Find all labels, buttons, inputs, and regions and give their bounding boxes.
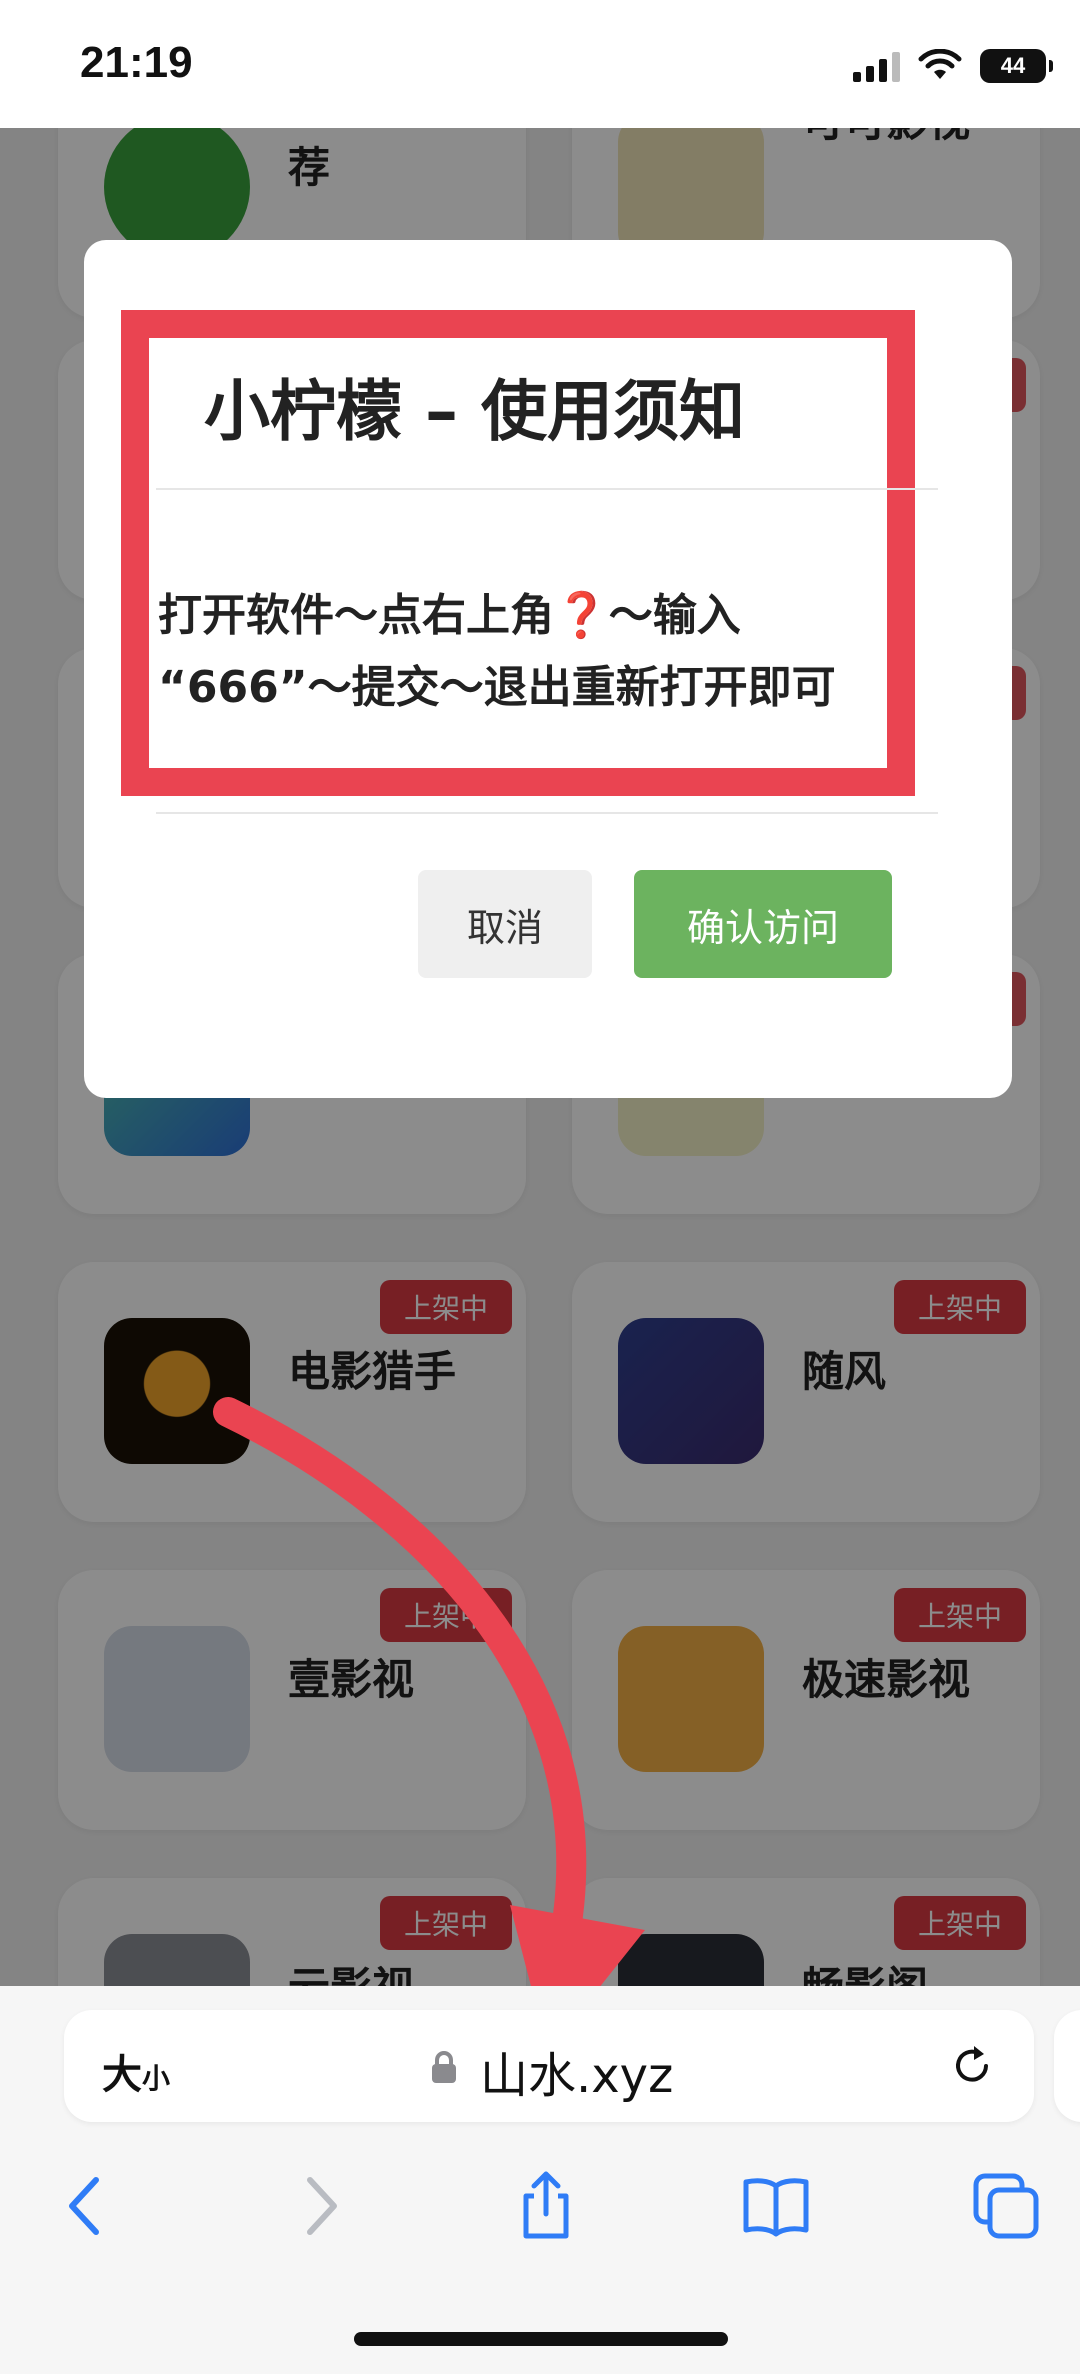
forward-icon[interactable] <box>284 2170 356 2242</box>
safari-bottom-bar: 大小 山水.xyz <box>0 1986 1080 2374</box>
confirm-visit-button[interactable]: 确认访问 <box>634 870 892 978</box>
bookmarks-icon[interactable] <box>740 2170 812 2242</box>
tabs-icon[interactable] <box>970 2170 1042 2242</box>
status-bar: 21:19 44 <box>0 0 1080 128</box>
text-size-small-label: 小 <box>142 2062 171 2095</box>
share-icon[interactable] <box>510 2170 582 2242</box>
address-bar[interactable]: 大小 山水.xyz <box>64 2010 1034 2122</box>
divider <box>156 812 938 814</box>
text-size-button[interactable]: 大小 <box>102 2042 170 2100</box>
usage-notice-dialog: 小柠檬 – 使用须知 打开软件～点右上角❓～输入 “666”～提交～退出重新打开… <box>84 240 1012 1098</box>
wifi-icon <box>918 49 962 79</box>
battery-icon: 44 <box>980 49 1053 83</box>
cancel-button[interactable]: 取消 <box>418 870 592 978</box>
dialog-message: 打开软件～点右上角❓～输入 “666”～提交～退出重新打开即可 <box>158 580 878 724</box>
status-icons: 44 <box>853 46 1053 86</box>
lock-icon <box>432 2051 456 2083</box>
text-size-large-label: 大 <box>102 2052 142 2098</box>
status-time: 21:19 <box>80 38 193 87</box>
back-icon[interactable] <box>50 2170 122 2242</box>
cellular-signal-icon <box>853 50 900 82</box>
dialog-message-line-1: 打开软件～点右上角❓～输入 <box>158 590 741 641</box>
url-text: 山水.xyz <box>480 2048 674 2104</box>
home-indicator[interactable] <box>354 2332 728 2346</box>
dialog-message-line-2: “666”～提交～退出重新打开即可 <box>158 662 836 713</box>
dialog-title: 小柠檬 – 使用须知 <box>204 373 745 450</box>
divider <box>156 488 938 490</box>
next-tab-peek[interactable] <box>1054 2010 1080 2122</box>
reload-icon[interactable] <box>948 2042 996 2090</box>
